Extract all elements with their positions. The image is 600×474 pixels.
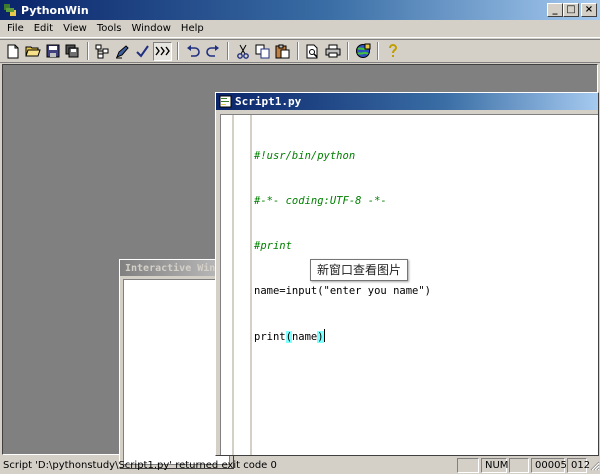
- code-area[interactable]: #!usr/bin/python #-*- coding:UTF-8 -*- #…: [254, 119, 594, 374]
- save-all-button[interactable]: [63, 42, 82, 61]
- code-line-5: print(name): [254, 329, 594, 344]
- pythonwin-app: PythonWin _ □ × File Edit View Tools Win…: [0, 0, 600, 474]
- toolbar-separator: [227, 42, 229, 60]
- resize-grip-icon[interactable]: [588, 458, 600, 472]
- cut-icon: [236, 44, 249, 59]
- check-button[interactable]: [133, 42, 152, 61]
- help-icon: [388, 43, 397, 57]
- script-window-caption[interactable]: Script1.py: [216, 93, 598, 110]
- code-line-3: #print: [254, 240, 292, 252]
- status-bar: Script 'D:\pythonstudy\Script1.py' retur…: [0, 456, 600, 474]
- image-tooltip[interactable]: 新窗口查看图片: [310, 259, 409, 281]
- status-pane-col: 012: [567, 457, 590, 473]
- code-token-print: print: [254, 331, 286, 343]
- maximize-button[interactable]: □: [563, 3, 579, 17]
- paste-button[interactable]: [273, 42, 292, 61]
- menu-window[interactable]: Window: [126, 23, 175, 34]
- browser-button[interactable]: [93, 42, 112, 61]
- object-browser-icon: [355, 43, 370, 58]
- code-editor[interactable]: #!usr/bin/python #-*- coding:UTF-8 -*- #…: [220, 114, 598, 455]
- cut-button[interactable]: [233, 42, 252, 61]
- menu-help[interactable]: Help: [176, 23, 209, 34]
- print-preview-button[interactable]: [303, 42, 322, 61]
- indent-icon: [155, 46, 170, 55]
- help-button[interactable]: [383, 42, 402, 61]
- save-all-icon: [65, 44, 79, 57]
- redo-button[interactable]: [203, 42, 222, 61]
- code-line-1: #!usr/bin/python: [254, 150, 356, 162]
- pencil-icon: [116, 44, 129, 58]
- browser-icon: [95, 44, 109, 58]
- mdi-client-area: Interactive Window Script1.py #!usr/bin/…: [2, 64, 599, 469]
- text-caret: [323, 329, 325, 342]
- title-bar: PythonWin _ □ ×: [0, 0, 600, 20]
- status-pane-caps: [457, 457, 479, 473]
- interactive-window-body[interactable]: [123, 279, 230, 465]
- toolbar-separator: [297, 42, 299, 60]
- editor-margin: [232, 115, 252, 455]
- menu-view[interactable]: View: [58, 23, 92, 34]
- save-button[interactable]: [43, 42, 62, 61]
- save-icon: [46, 44, 59, 58]
- open-folder-icon: [24, 46, 41, 57]
- status-message: Script 'D:\pythonstudy\Script1.py' retur…: [3, 459, 277, 471]
- status-pane-line: 00005: [531, 457, 567, 473]
- open-button[interactable]: [23, 42, 42, 61]
- menu-bar: File Edit View Tools Window Help: [0, 20, 600, 38]
- script-window-title: Script1.py: [235, 95, 302, 108]
- copy-icon: [255, 44, 270, 58]
- undo-button[interactable]: [183, 42, 202, 61]
- redo-icon: [205, 44, 219, 57]
- copy-button[interactable]: [253, 42, 272, 61]
- print-icon: [325, 44, 340, 58]
- python-icon: [4, 4, 16, 16]
- code-line-4: name=input("enter you name"): [254, 285, 432, 297]
- print-button[interactable]: [323, 42, 342, 61]
- minimize-button[interactable]: _: [547, 3, 563, 17]
- toolbar-separator: [87, 42, 89, 60]
- status-pane-scrl: [509, 457, 529, 473]
- editor-gutter: [221, 115, 231, 455]
- toolbar-separator: [377, 42, 379, 60]
- print-preview-icon: [306, 44, 318, 58]
- app-title: PythonWin: [21, 3, 89, 17]
- toolbar-separator: [177, 42, 179, 60]
- edit-button[interactable]: [113, 42, 132, 61]
- new-file-button[interactable]: [3, 42, 22, 61]
- script-file-icon: [219, 95, 232, 108]
- menu-edit[interactable]: Edit: [29, 23, 58, 34]
- code-token-arg: name: [291, 331, 318, 343]
- window-controls: _ □ ×: [547, 3, 597, 17]
- toolbar-separator: [347, 42, 349, 60]
- status-pane-num: NUM: [481, 457, 508, 473]
- close-button[interactable]: ×: [581, 3, 597, 17]
- toolbar: [0, 39, 600, 63]
- menu-file[interactable]: File: [2, 23, 29, 34]
- indent-button[interactable]: [153, 41, 172, 61]
- object-browser-button[interactable]: [353, 42, 372, 61]
- paste-icon: [275, 44, 290, 58]
- new-file-icon: [7, 44, 18, 58]
- menu-tools[interactable]: Tools: [92, 23, 127, 34]
- code-line-2: #-*- coding:UTF-8 -*-: [254, 195, 387, 207]
- check-icon: [136, 44, 149, 58]
- undo-icon: [186, 44, 200, 57]
